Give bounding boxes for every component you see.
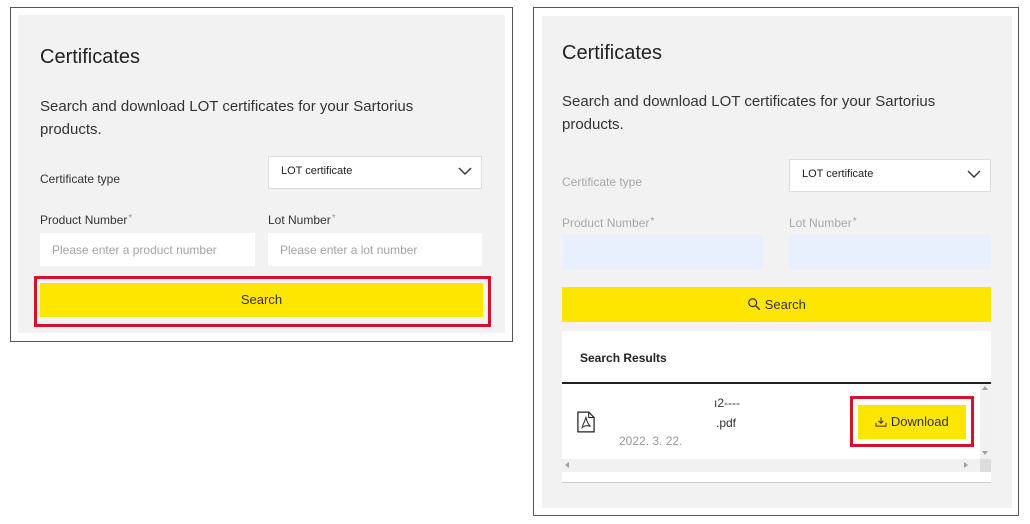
- product-number-input[interactable]: Please enter a product number: [40, 233, 255, 266]
- page-title: Certificates: [562, 42, 663, 64]
- lot-number-label-text: Lot Number: [789, 216, 852, 230]
- certificate-type-value: LOT certificate: [802, 168, 874, 180]
- required-mark: *: [650, 216, 655, 227]
- pdf-file-icon[interactable]: [577, 410, 595, 434]
- result-row: ı2---- .pdf 2022. 3. 22. Download: [562, 384, 980, 459]
- left-screenshot-frame: Certificates Search and download LOT cer…: [10, 7, 513, 342]
- product-number-label: Product Number*: [40, 213, 132, 227]
- scroll-corner: [980, 459, 991, 472]
- certificate-type-value: LOT certificate: [281, 165, 353, 177]
- page-description: Search and download LOT certificates for…: [562, 93, 936, 133]
- search-results-section: Search Results ı2---- .pdf 2022. 3. 22.: [562, 331, 991, 483]
- product-number-label: Product Number*: [562, 216, 654, 230]
- product-number-label-text: Product Number: [562, 216, 650, 230]
- lot-number-label: Lot Number*: [789, 216, 857, 230]
- file-date: 2022. 3. 22.: [619, 434, 683, 448]
- lot-number-label: Lot Number*: [268, 213, 336, 227]
- horizontal-scrollbar[interactable]: [562, 459, 980, 472]
- page-title: Certificates: [40, 46, 141, 68]
- download-button-highlight: [850, 396, 974, 447]
- vertical-scrollbar[interactable]: [980, 384, 991, 459]
- certificates-panel: Certificates Search and download LOT cer…: [18, 15, 505, 333]
- product-number-label-text: Product Number: [40, 213, 128, 227]
- search-button-label: Search: [764, 297, 806, 312]
- required-mark: *: [128, 213, 133, 224]
- right-screenshot-frame: Certificates Search and download LOT cer…: [533, 7, 1019, 516]
- file-name-line1[interactable]: ı2----: [714, 396, 740, 410]
- certificate-type-select[interactable]: LOT certificate: [268, 156, 482, 189]
- lot-number-input[interactable]: Please enter a lot number: [268, 233, 482, 266]
- chevron-down-icon: [967, 170, 981, 178]
- results-bottom-divider: [562, 482, 991, 483]
- certificate-type-label: Certificate type: [40, 172, 121, 186]
- certificate-type-label: Certificate type: [562, 175, 643, 189]
- file-name-line2[interactable]: .pdf: [716, 416, 736, 430]
- search-button-highlight: [34, 276, 491, 327]
- lot-number-placeholder: Please enter a lot number: [280, 243, 418, 257]
- certificate-type-select[interactable]: LOT certificate: [789, 159, 991, 192]
- scroll-up-arrow-icon[interactable]: [982, 386, 988, 390]
- certificates-panel: Certificates Search and download LOT cer…: [542, 16, 1012, 508]
- required-mark: *: [852, 216, 857, 227]
- results-heading: Search Results: [580, 351, 667, 365]
- search-button[interactable]: Search: [562, 287, 991, 322]
- page-description: Search and download LOT certificates for…: [40, 98, 414, 138]
- chevron-down-icon: [458, 167, 472, 175]
- lot-number-input[interactable]: [789, 235, 991, 269]
- product-number-input[interactable]: [562, 235, 763, 269]
- scroll-down-arrow-icon[interactable]: [982, 451, 988, 455]
- search-icon: [748, 298, 761, 311]
- lot-number-label-text: Lot Number: [268, 213, 331, 227]
- required-mark: *: [331, 213, 336, 224]
- scroll-right-arrow-icon[interactable]: [964, 462, 968, 468]
- scroll-left-arrow-icon[interactable]: [565, 462, 569, 468]
- product-number-placeholder: Please enter a product number: [52, 243, 217, 257]
